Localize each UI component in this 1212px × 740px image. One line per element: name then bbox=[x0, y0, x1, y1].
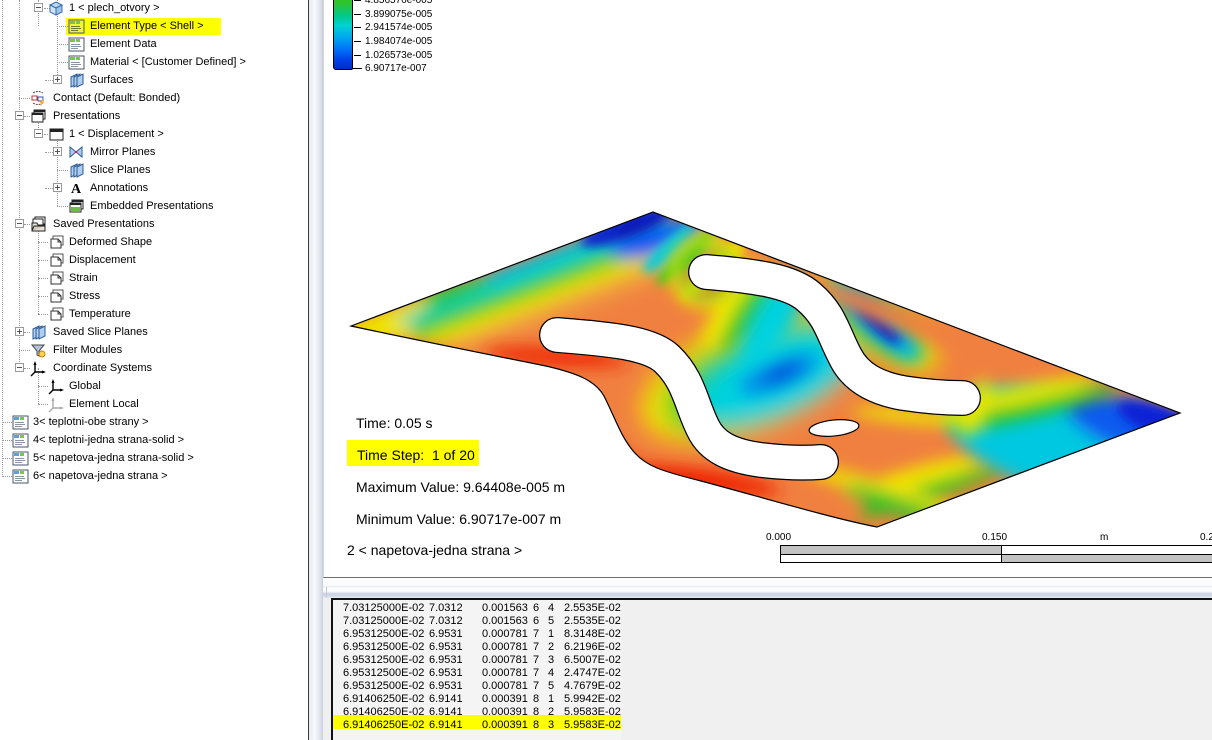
svg-text:A: A bbox=[71, 182, 82, 197]
